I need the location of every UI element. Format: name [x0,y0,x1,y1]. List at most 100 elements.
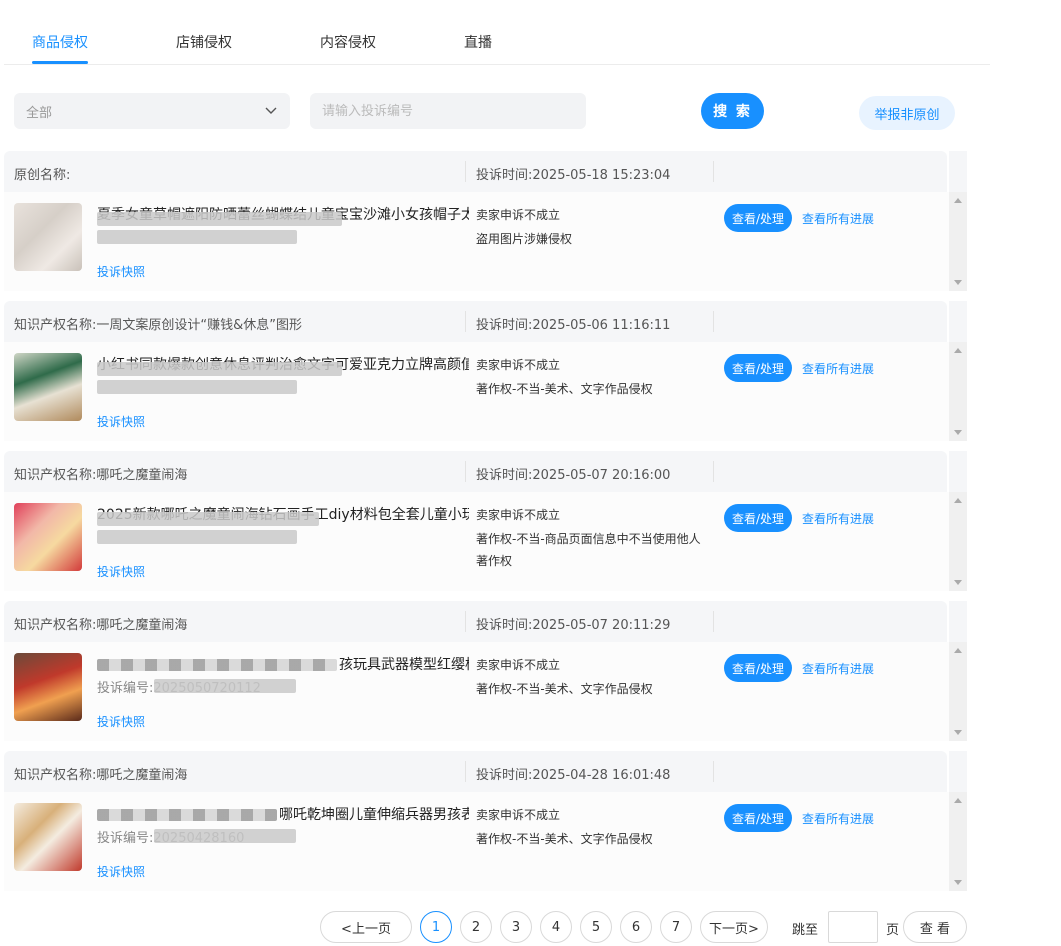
product-thumbnail[interactable] [14,353,82,421]
type-select-value: 全部 [26,106,53,121]
appeal-status: 卖家申诉不成立 [476,658,561,672]
view-all-progress-link[interactable]: 查看所有进展 [802,210,874,227]
prev-page-button[interactable]: <上一页 [320,911,412,943]
tab-shop-infringement[interactable]: 店铺侵权 [176,32,232,52]
divider [465,311,466,332]
card-scrollbar[interactable] [949,642,967,741]
scroll-up-icon[interactable] [954,348,962,353]
product-thumbnail[interactable] [14,503,82,571]
divider [465,761,466,782]
card-header: 原创名称: 投诉时间:2025-05-18 15:23:04 [4,151,947,192]
view-handle-button[interactable]: 查看/处理 [724,354,792,382]
tab-bar: 商品侵权 店铺侵权 内容侵权 直播 [4,0,990,65]
complaint-snapshot-link[interactable]: 投诉快照 [97,563,145,580]
divider [713,161,714,182]
page-5-button[interactable]: 5 [580,911,612,943]
complaint-snapshot-link[interactable]: 投诉快照 [97,713,145,730]
card-body: 孩玩具武器模型红缨枪 投诉编号:2025050720112 投诉快照 卖家申诉不… [4,642,949,741]
card-header: 知识产权名称:哪吒之魔童闹海 投诉时间:2025-04-28 16:01:48 [4,751,947,792]
complaint-snapshot-link[interactable]: 投诉快照 [97,863,145,880]
tab-content-infringement[interactable]: 内容侵权 [320,32,376,52]
next-page-button[interactable]: 下一页> [700,911,768,943]
jump-to-label: 跳至 [792,923,819,938]
go-page-button[interactable]: 查 看 [903,911,967,943]
ip-name: 原创名称: [14,168,71,183]
redaction-blur [97,512,319,526]
card-body: 2025新款哪吒之魔童闹海钻石画手工diy材料包全套儿童小玩 投诉快照 卖家申诉… [4,492,949,591]
jump-page-input[interactable] [828,911,878,943]
complaint-card: 原创名称: 投诉时间:2025-05-18 15:23:04 夏季女童草帽遮阳防… [4,151,967,291]
product-thumbnail[interactable] [14,203,82,271]
complaint-card: 知识产权名称:一周文案原创设计“赚钱&休息”图形 投诉时间:2025-05-06… [4,301,967,441]
page-1-button[interactable]: 1 [420,911,452,943]
divider [713,461,714,482]
card-header: 知识产权名称:哪吒之魔童闹海 投诉时间:2025-05-07 20:11:29 [4,601,947,642]
view-handle-button[interactable]: 查看/处理 [724,654,792,682]
page-4-button[interactable]: 4 [540,911,572,943]
page-7-button[interactable]: 7 [660,911,692,943]
scroll-up-icon[interactable] [954,498,962,503]
scroll-up-icon[interactable] [954,198,962,203]
divider [465,611,466,632]
complaint-reason: 著作权-不当-美术、文字作品侵权 [476,832,653,846]
card-scrollbar[interactable] [949,192,967,291]
complaint-snapshot-link[interactable]: 投诉快照 [97,413,145,430]
scroll-up-icon[interactable] [954,798,962,803]
redaction-blur [154,829,296,843]
view-handle-button[interactable]: 查看/处理 [724,204,792,232]
card-scrollbar[interactable] [949,492,967,591]
appeal-status: 卖家申诉不成立 [476,358,561,372]
view-all-progress-link[interactable]: 查看所有进展 [802,510,874,527]
scroll-down-icon[interactable] [954,880,962,885]
card-scrollbar[interactable] [949,792,967,891]
redaction-blur [97,362,342,376]
complaint-snapshot-link[interactable]: 投诉快照 [97,263,145,280]
page-3-button[interactable]: 3 [500,911,532,943]
tab-live[interactable]: 直播 [464,32,492,52]
complaint-time: 投诉时间:2025-05-07 20:11:29 [476,618,671,633]
complaint-reason: 著作权-不当-美术、文字作品侵权 [476,682,653,696]
type-select[interactable]: 全部 [14,93,290,129]
view-handle-button[interactable]: 查看/处理 [724,804,792,832]
card-body: 夏季女童草帽遮阳防晒蕾丝蝴蝶结儿童宝宝沙滩小女孩帽子太阳 投诉快照 卖家申诉不成… [4,192,949,291]
appeal-status: 卖家申诉不成立 [476,208,561,222]
complaint-time: 投诉时间:2025-05-18 15:23:04 [476,168,671,183]
redaction-blur [97,230,297,244]
ip-name: 知识产权名称:哪吒之魔童闹海 [14,468,188,483]
view-all-progress-link[interactable]: 查看所有进展 [802,810,874,827]
redaction-blur [97,212,342,226]
card-scrollbar[interactable] [949,342,967,441]
page-6-button[interactable]: 6 [620,911,652,943]
page-unit-label: 页 [886,923,900,938]
card-body: 哪吒乾坤圈儿童伸缩兵器男孩表演 投诉编号:20250428160 投诉快照 卖家… [4,792,949,891]
page-2-button[interactable]: 2 [460,911,492,943]
product-thumbnail[interactable] [14,653,82,721]
product-thumbnail[interactable] [14,803,82,871]
complaint-time: 投诉时间:2025-04-28 16:01:48 [476,768,671,783]
ip-name: 知识产权名称:哪吒之魔童闹海 [14,768,188,783]
view-handle-button[interactable]: 查看/处理 [724,504,792,532]
scroll-up-icon[interactable] [954,648,962,653]
search-button[interactable]: 搜 索 [701,93,764,129]
active-tab-indicator [32,61,88,64]
scroll-down-icon[interactable] [954,280,962,285]
scroll-down-icon[interactable] [954,730,962,735]
report-non-original-button[interactable]: 举报非原创 [859,96,955,130]
view-all-progress-link[interactable]: 查看所有进展 [802,660,874,677]
ip-name: 知识产权名称:哪吒之魔童闹海 [14,618,188,633]
scroll-down-icon[interactable] [954,580,962,585]
view-all-progress-link[interactable]: 查看所有进展 [802,360,874,377]
tab-product-infringement[interactable]: 商品侵权 [32,32,88,52]
scroll-down-icon[interactable] [954,430,962,435]
divider [465,161,466,182]
complaint-time: 投诉时间:2025-05-07 20:16:00 [476,468,671,483]
card-header: 知识产权名称:哪吒之魔童闹海 投诉时间:2025-05-07 20:16:00 [4,451,947,492]
appeal-status: 卖家申诉不成立 [476,808,561,822]
divider [713,611,714,632]
complaint-number-input[interactable] [310,93,586,129]
ip-name: 知识产权名称:一周文案原创设计“赚钱&休息”图形 [14,318,302,333]
divider [713,761,714,782]
divider [713,311,714,332]
complaint-reason: 盗用图片涉嫌侵权 [476,232,573,246]
complaint-card: 知识产权名称:哪吒之魔童闹海 投诉时间:2025-05-07 20:16:00 … [4,451,967,591]
